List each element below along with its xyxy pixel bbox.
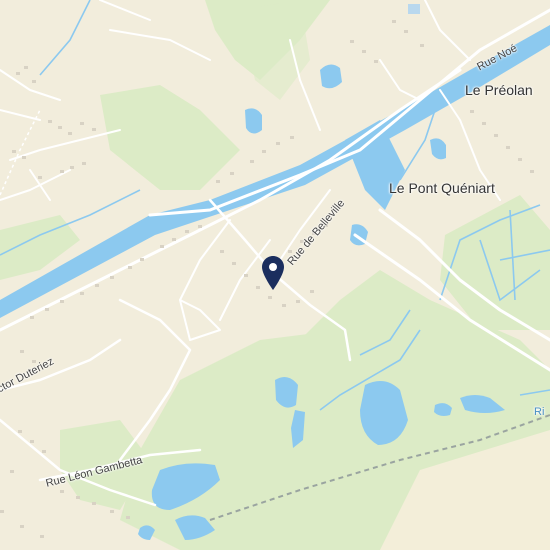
- building-marker: [408, 4, 420, 14]
- river-label-fragment: Ri: [534, 406, 545, 418]
- location-pin-icon[interactable]: [262, 256, 284, 290]
- map-canvas[interactable]: Le Préolan Le Pont Quéniart Rue Noé Rue …: [0, 0, 550, 550]
- place-label-le-pont-queniart: Le Pont Quéniart: [389, 180, 495, 196]
- place-label-le-preolan: Le Préolan: [465, 82, 533, 98]
